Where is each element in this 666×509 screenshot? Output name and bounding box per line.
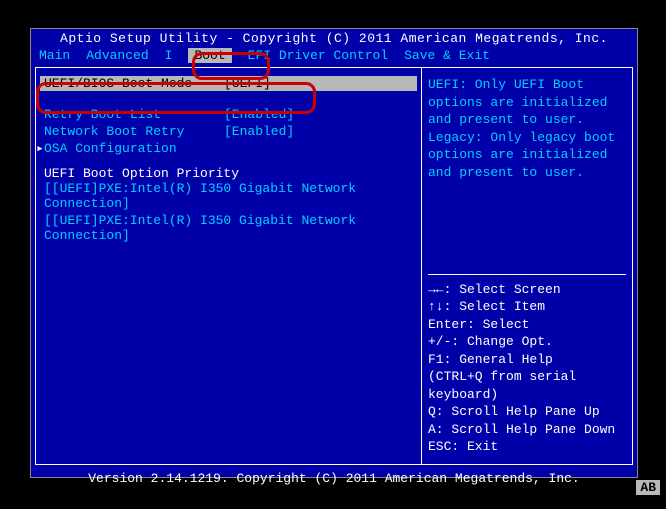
boot-mode-label: UEFI/BIOS Boot Mode — [44, 76, 224, 91]
keyhelp-f1: F1: General Help — [428, 351, 626, 369]
menu-bar: Main Advanced I Boot EFI Driver Control … — [31, 48, 637, 63]
right-pane: UEFI: Only UEFI Boot options are initial… — [422, 68, 632, 464]
keyhelp-enter: Enter: Select — [428, 316, 626, 334]
submenu-arrow-icon: ▸ — [36, 141, 44, 156]
osa-configuration-label: OSA Configuration — [44, 141, 224, 156]
retry-boot-list-value: [Enabled] — [224, 107, 294, 122]
bios-screen: Aptio Setup Utility - Copyright (C) 2011… — [30, 28, 638, 478]
network-boot-retry-label: Network Boot Retry — [44, 124, 224, 139]
menu-i[interactable]: I — [165, 48, 173, 63]
key-help: →←: Select Screen ↑↓: Select Item Enter:… — [428, 281, 626, 456]
retry-boot-list-label: Retry Boot List — [44, 107, 224, 122]
network-boot-retry-value: [Enabled] — [224, 124, 294, 139]
boot-entry-0[interactable]: [[UEFI]PXE:Intel(R) I350 Gigabit Network… — [40, 181, 417, 211]
menu-advanced[interactable]: Advanced — [86, 48, 148, 63]
network-boot-retry-row[interactable]: Network Boot Retry [Enabled] — [40, 124, 417, 139]
priority-heading: UEFI Boot Option Priority — [40, 166, 417, 181]
corner-label: AB — [636, 480, 660, 495]
footer-version: Version 2.14.1219. Copyright (C) 2011 Am… — [31, 469, 637, 488]
keyhelp-esc: ESC: Exit — [428, 438, 626, 456]
retry-boot-list-row[interactable]: Retry Boot List [Enabled] — [40, 107, 417, 122]
boot-mode-value: [UEFI] — [224, 76, 271, 91]
keyhelp-ctrlq1: (CTRL+Q from serial — [428, 368, 626, 386]
keyhelp-select-screen: →←: Select Screen — [428, 281, 626, 299]
keyhelp-select-item: ↑↓: Select Item — [428, 298, 626, 316]
keyhelp-change-opt: +/-: Change Opt. — [428, 333, 626, 351]
boot-mode-row[interactable]: UEFI/BIOS Boot Mode [UEFI] — [40, 76, 417, 91]
keyhelp-q: Q: Scroll Help Pane Up — [428, 403, 626, 421]
header-title: Aptio Setup Utility - Copyright (C) 2011… — [31, 29, 637, 48]
keyhelp-ctrlq2: keyboard) — [428, 386, 626, 404]
left-pane: UEFI/BIOS Boot Mode [UEFI] Retry Boot Li… — [36, 68, 422, 464]
main-frame: UEFI/BIOS Boot Mode [UEFI] Retry Boot Li… — [35, 67, 633, 465]
menu-main[interactable]: Main — [39, 48, 70, 63]
menu-boot[interactable]: Boot — [188, 48, 231, 63]
menu-save-exit[interactable]: Save & Exit — [404, 48, 490, 63]
boot-entry-1[interactable]: [[UEFI]PXE:Intel(R) I350 Gigabit Network… — [40, 213, 417, 243]
help-text: UEFI: Only UEFI Boot options are initial… — [428, 76, 626, 268]
keyhelp-a: A: Scroll Help Pane Down — [428, 421, 626, 439]
osa-configuration-row[interactable]: OSA Configuration — [40, 141, 417, 156]
help-divider — [428, 274, 626, 275]
menu-efi-driver[interactable]: EFI Driver Control — [248, 48, 388, 63]
